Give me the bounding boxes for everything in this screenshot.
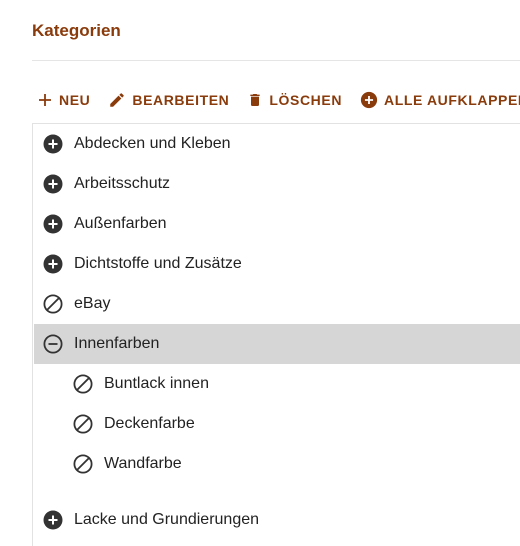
plus-circle-icon[interactable] — [43, 174, 63, 194]
expand-all-button-label: ALLE AUFKLAPPEN — [384, 92, 520, 108]
tree-item-ebay[interactable]: eBay — [34, 284, 520, 324]
trash-icon — [247, 91, 263, 109]
tree-item-deckenfarbe[interactable]: Deckenfarbe — [34, 404, 520, 444]
tree-item-label: Deckenfarbe — [104, 415, 195, 432]
tree-item-innenfarben[interactable]: Innenfarben — [34, 324, 520, 364]
tree-item-label: Dichtstoffe und Zusätze — [74, 255, 242, 272]
title-divider — [32, 60, 520, 61]
plus-circle-icon — [360, 91, 378, 109]
tree-item-label: Arbeitsschutz — [74, 175, 171, 192]
edit-button-label: BEARBEITEN — [132, 92, 230, 108]
plus-icon — [37, 92, 53, 108]
delete-button[interactable]: LÖSCHEN — [247, 91, 342, 109]
tree-item-label: Abdecken und Kleben — [74, 135, 231, 152]
page-title: Kategorien — [32, 21, 121, 40]
tree-item-label: Buntlack innen — [104, 375, 209, 392]
tree-item-arbeitsschutz[interactable]: Arbeitsschutz — [34, 164, 520, 204]
plus-circle-icon[interactable] — [43, 254, 63, 274]
plus-circle-icon[interactable] — [43, 214, 63, 234]
pencil-icon — [108, 91, 126, 109]
plus-circle-icon[interactable] — [43, 510, 63, 530]
minus-circle-icon[interactable] — [43, 334, 63, 354]
tree-item-lacke-und-grundierungen[interactable]: Lacke und Grundierungen — [34, 500, 520, 540]
tree-item-label: eBay — [74, 295, 111, 312]
tree-item-label: Innenfarben — [74, 335, 160, 352]
tree-item-label: Lacke und Grundierungen — [74, 511, 260, 528]
block-icon — [43, 294, 63, 314]
new-button[interactable]: NEU — [37, 92, 90, 108]
tree-item-aussenfarben[interactable]: Außenfarben — [34, 204, 520, 244]
tree-item-abdecken-und-kleben[interactable]: Abdecken und Kleben — [34, 124, 520, 164]
toolbar: NEU BEARBEITEN LÖSCHEN ALLE AUFKLAPPEN — [37, 88, 520, 112]
tree-item-dichtstoffe-und-zusaetze[interactable]: Dichtstoffe und Zusätze — [34, 244, 520, 284]
delete-button-label: LÖSCHEN — [269, 92, 343, 108]
tree-item-label: Außenfarben — [74, 215, 167, 232]
expand-all-button[interactable]: ALLE AUFKLAPPEN — [360, 91, 520, 109]
plus-circle-icon[interactable] — [43, 134, 63, 154]
block-icon — [73, 374, 93, 394]
block-icon — [73, 414, 93, 434]
edit-button[interactable]: BEARBEITEN — [108, 91, 229, 109]
tree-item-wandfarbe[interactable]: Wandfarbe — [34, 444, 520, 484]
tree-item-label: Wandfarbe — [104, 455, 182, 472]
tree-item-buntlack-innen[interactable]: Buntlack innen — [34, 364, 520, 404]
new-button-label: NEU — [59, 92, 91, 108]
category-tree: Abdecken und Kleben Arbeitsschutz Außenf… — [32, 123, 520, 546]
block-icon — [73, 454, 93, 474]
